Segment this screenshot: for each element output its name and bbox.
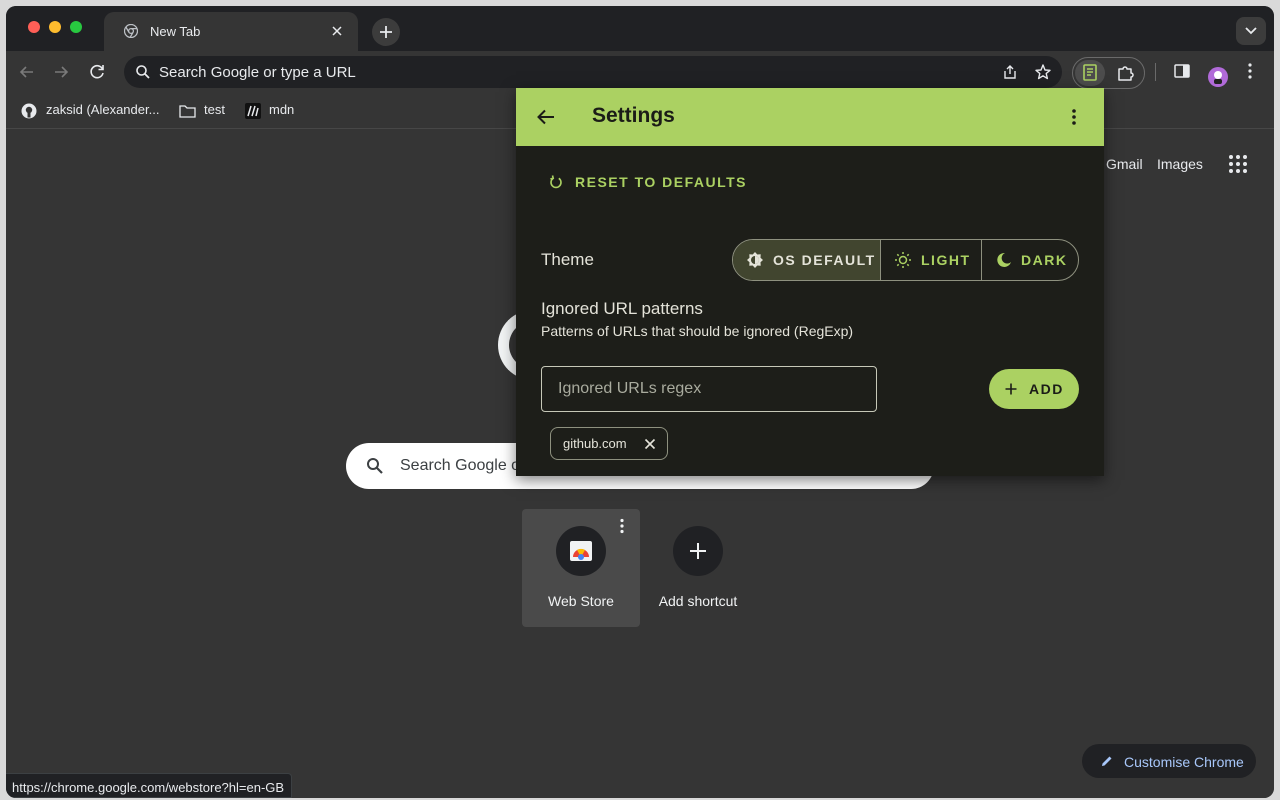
bookmark-star-icon[interactable] xyxy=(1034,63,1052,81)
customise-chrome-button[interactable]: Customise Chrome xyxy=(1082,744,1256,778)
settings-popup: Settings RESET TO DEFAULTS Theme OS DEFA… xyxy=(516,88,1104,476)
chip-label: github.com xyxy=(563,436,627,451)
theme-os-default-button[interactable]: OS DEFAULT xyxy=(733,240,881,280)
close-window-button[interactable] xyxy=(28,21,40,33)
tab-search-button[interactable] xyxy=(1236,17,1266,45)
theme-option-label: DARK xyxy=(1021,252,1068,268)
ntp-search-placeholder: Search Google o xyxy=(400,457,521,474)
github-icon xyxy=(21,103,37,119)
toolbar-divider xyxy=(1155,63,1156,81)
maximize-window-button[interactable] xyxy=(70,21,82,33)
gmail-link[interactable]: Gmail xyxy=(1106,156,1143,172)
tab-new-tab[interactable]: New Tab xyxy=(104,12,358,51)
close-icon[interactable] xyxy=(643,437,657,451)
shortcut-label: Add shortcut xyxy=(658,593,738,609)
bookmark-label: test xyxy=(204,102,225,117)
forward-icon[interactable] xyxy=(49,60,73,84)
search-icon xyxy=(135,64,151,80)
more-vert-icon[interactable] xyxy=(1071,108,1077,126)
mdn-icon xyxy=(245,103,261,119)
theme-option-label: OS DEFAULT xyxy=(773,252,876,268)
customise-label: Customise Chrome xyxy=(1124,754,1244,770)
arrow-back-icon[interactable] xyxy=(534,105,558,129)
tab-title: New Tab xyxy=(150,24,201,39)
chrome-icon xyxy=(124,24,138,38)
extensions-group xyxy=(1072,57,1145,89)
theme-light-button[interactable]: LIGHT xyxy=(881,240,982,280)
ignored-pattern-chip: github.com xyxy=(550,427,668,460)
folder-icon xyxy=(179,104,196,118)
status-bar-url: https://chrome.google.com/webstore?hl=en… xyxy=(6,773,293,798)
web-store-icon xyxy=(556,526,606,576)
extension-app-icon xyxy=(1083,64,1097,81)
new-tab-button[interactable] xyxy=(372,18,400,46)
address-placeholder: Search Google or type a URL xyxy=(159,64,356,81)
search-icon xyxy=(366,457,384,475)
tab-strip: New Tab xyxy=(6,6,1274,51)
bookmark-label: mdn xyxy=(269,102,295,117)
ignored-url-regex-input[interactable] xyxy=(541,366,877,412)
theme-label: Theme xyxy=(541,250,594,269)
reset-label: RESET TO DEFAULTS xyxy=(575,174,747,190)
restart-icon xyxy=(548,174,564,190)
shortcut-web-store[interactable]: Web Store xyxy=(522,509,640,627)
more-vert-icon[interactable] xyxy=(619,518,625,534)
plus-icon xyxy=(673,526,723,576)
side-panel-icon[interactable] xyxy=(1173,62,1191,80)
shortcut-label: Web Store xyxy=(548,593,614,609)
sun-icon xyxy=(894,251,912,269)
pencil-icon xyxy=(1100,754,1114,768)
ignored-patterns-subtitle: Patterns of URLs that should be ignored … xyxy=(541,323,854,339)
theme-option-label: LIGHT xyxy=(921,252,971,268)
address-bar[interactable]: Search Google or type a URL xyxy=(124,56,1062,88)
close-icon[interactable] xyxy=(330,24,344,38)
theme-dark-button[interactable]: DARK xyxy=(982,240,1078,280)
add-pattern-button[interactable]: ADD xyxy=(989,369,1079,409)
theme-toggle-group: OS DEFAULT LIGHT DARK xyxy=(732,239,1079,281)
toolbar: Search Google or type a URL xyxy=(6,51,1274,93)
avatar[interactable] xyxy=(1208,67,1228,87)
back-icon[interactable] xyxy=(15,60,39,84)
shortcut-add[interactable]: Add shortcut xyxy=(639,509,757,627)
ignored-patterns-title: Ignored URL patterns xyxy=(541,299,703,318)
puzzle-icon[interactable] xyxy=(1116,63,1136,83)
share-icon[interactable] xyxy=(1002,64,1018,80)
chevron-down-icon xyxy=(1245,27,1257,35)
active-extension-button[interactable] xyxy=(1075,60,1105,86)
reload-icon[interactable] xyxy=(85,60,109,84)
popup-header: Settings xyxy=(516,88,1104,146)
plus-icon xyxy=(1004,382,1018,396)
moon-icon xyxy=(995,251,1013,269)
plus-icon xyxy=(380,26,392,38)
popup-title: Settings xyxy=(592,104,675,127)
add-label: ADD xyxy=(1029,381,1064,397)
apps-grid-icon[interactable] xyxy=(1228,154,1248,174)
images-link[interactable]: Images xyxy=(1157,156,1203,172)
brightness-auto-icon xyxy=(746,251,764,269)
more-vert-icon[interactable] xyxy=(1246,62,1254,80)
bookmark-label: zaksid (Alexander... xyxy=(46,102,160,117)
minimize-window-button[interactable] xyxy=(49,21,61,33)
